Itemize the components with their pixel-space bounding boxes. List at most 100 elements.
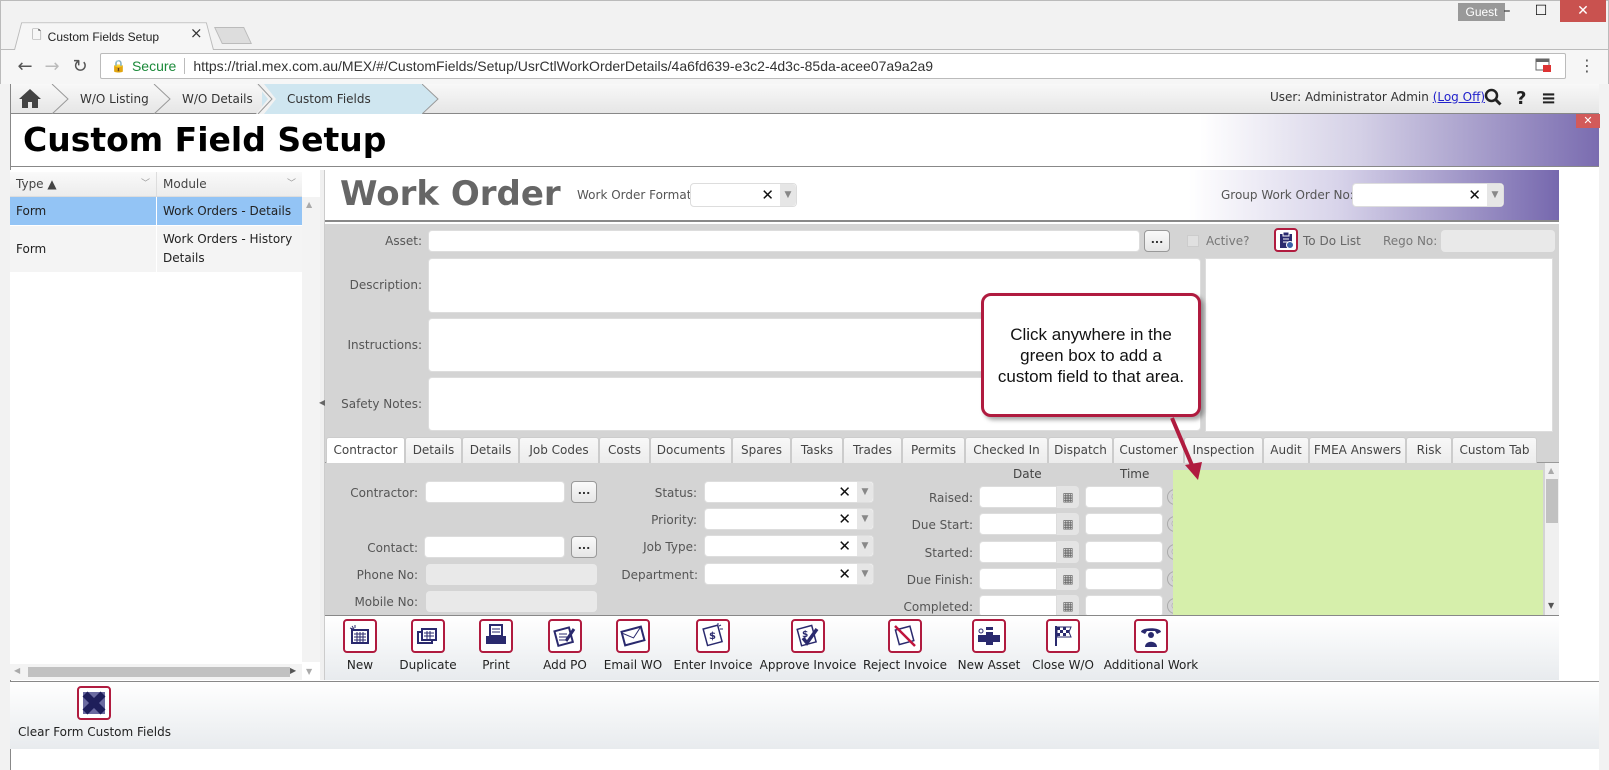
tab-trades[interactable]: Trades (843, 437, 902, 463)
tab-details[interactable]: Details (462, 437, 519, 463)
tab-documents[interactable]: Documents (650, 437, 732, 463)
due-start-date-input[interactable] (979, 513, 1057, 536)
browser-menu-icon[interactable]: ⋮ (1579, 56, 1595, 75)
tab-custom-tab[interactable]: Custom Tab (1452, 437, 1537, 463)
due-finish-date-input[interactable] (979, 567, 1057, 590)
tab-spares[interactable]: Spares (732, 437, 791, 463)
started-date-input[interactable] (979, 540, 1057, 563)
url-text[interactable]: https://trial.mex.com.au/MEX/#/CustomFie… (193, 58, 933, 74)
group-work-order-select[interactable]: ✕ ▼ (1352, 183, 1504, 207)
tab-job-codes[interactable]: Job Codes (519, 437, 599, 463)
forward-icon[interactable]: → (42, 56, 62, 77)
clear-icon[interactable]: ✕ (838, 537, 851, 555)
scroll-left-icon[interactable]: ◀ (14, 666, 20, 675)
due-start-time-input[interactable] (1085, 513, 1163, 536)
help-icon[interactable]: ? (1516, 88, 1526, 109)
work-order-format-select[interactable]: ✕ ▼ (690, 183, 797, 207)
maximize-icon[interactable]: ☐ (1524, 0, 1558, 22)
custom-field-drop-area[interactable] (1173, 470, 1543, 615)
clear-icon[interactable]: ✕ (838, 483, 851, 501)
tab-contractor[interactable]: Contractor (326, 437, 405, 464)
tab-tasks[interactable]: Tasks (791, 437, 843, 463)
enter-invoice-button[interactable]: $ Enter Invoice (668, 619, 758, 672)
dropdown-arrow-icon[interactable]: ▼ (1487, 184, 1503, 206)
chevron-down-icon[interactable]: ﹀ (287, 172, 296, 196)
to-do-list-label[interactable]: To Do List (1303, 234, 1361, 248)
email-wo-button[interactable]: Email WO (588, 619, 678, 672)
grid-vertical-scrollbar[interactable]: ▲ (302, 197, 320, 662)
active-checkbox[interactable] (1187, 235, 1199, 247)
breadcrumb-wo-details[interactable]: W/O Details (154, 84, 273, 114)
completed-date-input[interactable] (979, 595, 1057, 618)
raised-date-input[interactable] (979, 486, 1057, 508)
job-type-select[interactable]: ✕ ▼ (704, 535, 874, 557)
close-page-icon[interactable]: ✕ (1576, 114, 1600, 128)
department-select[interactable]: ✕ ▼ (704, 563, 874, 585)
tab-permits[interactable]: Permits (902, 437, 965, 463)
completed-time-input[interactable] (1085, 595, 1163, 618)
table-row-module[interactable]: Work Orders - Details (157, 197, 302, 225)
home-icon[interactable] (18, 87, 42, 114)
log-off-link[interactable]: (Log Off) (1433, 90, 1485, 104)
reject-invoice-button[interactable]: Reject Invoice (860, 619, 950, 672)
close-w-o-button[interactable]: Close W/O (1018, 619, 1108, 672)
additional-work-button[interactable]: Additional Work (1104, 619, 1198, 672)
contractor-lookup-button[interactable]: ... (571, 481, 597, 503)
dropdown-arrow-icon[interactable]: ▼ (857, 564, 873, 584)
dropdown-arrow-icon[interactable]: ▼ (780, 184, 796, 206)
contact-lookup-button[interactable]: ... (571, 536, 597, 558)
table-row-module[interactable]: Work Orders - History Details (157, 226, 302, 272)
clear-icon[interactable]: ✕ (1468, 186, 1481, 204)
back-icon[interactable]: ← (15, 56, 35, 77)
priority-select[interactable]: ✕ ▼ (704, 508, 874, 530)
tab-risk[interactable]: Risk (1406, 437, 1452, 463)
dropdown-arrow-icon[interactable]: ▼ (857, 536, 873, 556)
column-header-type[interactable]: Type ▲ ﹀ (10, 172, 157, 197)
due-finish-time-input[interactable] (1085, 567, 1163, 590)
scroll-right-icon[interactable]: ▶ (290, 666, 296, 675)
contact-input[interactable] (424, 536, 565, 558)
asset-lookup-button[interactable]: ... (1144, 230, 1170, 252)
calendar-icon[interactable]: ▦ (1057, 595, 1079, 618)
tab-costs[interactable]: Costs (599, 437, 650, 463)
scroll-thumb[interactable] (28, 667, 290, 677)
clear-icon[interactable]: ✕ (838, 565, 851, 583)
to-do-list-button[interactable] (1274, 228, 1298, 252)
tab-fmea-answers[interactable]: FMEA Answers (1309, 437, 1406, 463)
search-icon[interactable] (1484, 88, 1502, 111)
scroll-down-icon[interactable]: ▼ (306, 667, 312, 676)
calendar-icon[interactable]: ▦ (1057, 486, 1079, 508)
tab-audit[interactable]: Audit (1263, 437, 1309, 463)
scroll-up-icon[interactable]: ▲ (1548, 466, 1554, 475)
tab-details[interactable]: Details (405, 437, 462, 463)
popup-blocked-icon[interactable] (1535, 58, 1551, 75)
browser-tab-title[interactable]: 🗋 Custom Fields Setup (32, 26, 159, 47)
clear-icon[interactable]: ✕ (761, 186, 774, 204)
scroll-thumb[interactable] (1546, 479, 1558, 523)
clear-icon[interactable]: ✕ (838, 510, 851, 528)
calendar-icon[interactable]: ▦ (1057, 513, 1079, 536)
chevron-down-icon[interactable]: ﹀ (141, 172, 150, 196)
dropdown-arrow-icon[interactable]: ▼ (857, 482, 873, 502)
clear-form-custom-fields-button[interactable]: Clear Form Custom Fields (18, 686, 171, 739)
scroll-up-icon[interactable]: ▲ (306, 200, 312, 209)
table-row-type[interactable]: Form (10, 197, 156, 225)
calendar-icon[interactable]: ▦ (1057, 567, 1079, 590)
asset-input[interactable] (428, 230, 1140, 252)
scroll-down-icon[interactable]: ▼ (1548, 601, 1554, 610)
reload-icon[interactable]: ↻ (70, 56, 90, 77)
tab-checked-in[interactable]: Checked In (965, 437, 1048, 463)
status-select[interactable]: ✕ ▼ (704, 481, 874, 503)
breadcrumb-custom-fields-setup[interactable]: Custom Fields Setup ✕ (262, 84, 422, 136)
close-tab-icon[interactable]: × (190, 24, 203, 42)
started-time-input[interactable] (1085, 540, 1163, 563)
dropdown-arrow-icon[interactable]: ▼ (857, 509, 873, 529)
hamburger-menu-icon[interactable]: ≡ (1541, 88, 1556, 109)
window-close-icon[interactable]: ✕ (1560, 0, 1606, 22)
contractor-input[interactable] (425, 481, 565, 503)
minimize-icon[interactable]: – (1490, 0, 1524, 22)
approve-invoice-button[interactable]: $ Approve Invoice (760, 619, 856, 672)
calendar-icon[interactable]: ▦ (1057, 540, 1079, 563)
table-row-type[interactable]: Form (10, 226, 156, 272)
column-header-module[interactable]: Module ﹀ (157, 172, 302, 197)
